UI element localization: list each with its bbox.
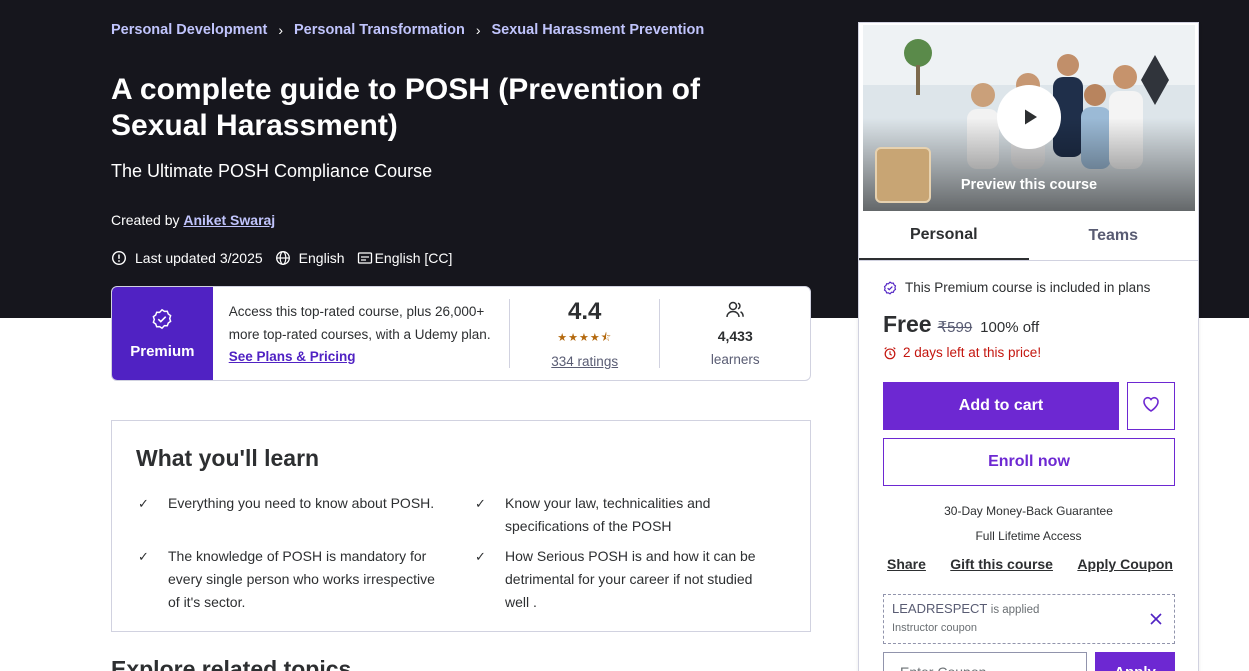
rating-value: 4.4 bbox=[567, 298, 602, 325]
tab-teams[interactable]: Teams bbox=[1029, 211, 1199, 260]
check-icon: ✓ bbox=[138, 496, 149, 511]
learn-item-text: The knowledge of POSH is mandatory for e… bbox=[168, 548, 435, 610]
instructor-link[interactable]: Aniket Swaraj bbox=[183, 212, 275, 228]
current-price: Free bbox=[883, 311, 932, 337]
purchase-sidebar: Preview this course Personal Teams This … bbox=[858, 22, 1199, 671]
learn-item: ✓ Know your law, technicalities and spec… bbox=[473, 492, 773, 538]
learn-item-text: Everything you need to know about POSH. bbox=[168, 495, 435, 511]
premium-description-text: Access this top-rated course, plus 26,00… bbox=[228, 304, 491, 342]
learners-label: learners bbox=[710, 351, 760, 367]
chevron-right-icon: › bbox=[475, 22, 481, 38]
check-icon: ✓ bbox=[475, 549, 486, 564]
play-icon[interactable] bbox=[997, 85, 1061, 149]
premium-card: Premium Access this top-rated course, pl… bbox=[111, 286, 811, 381]
chevron-right-icon: › bbox=[278, 22, 283, 38]
premium-label: Premium bbox=[130, 342, 195, 360]
lifetime-access: Full Lifetime Access bbox=[975, 529, 1082, 543]
premium-badge-icon bbox=[151, 308, 173, 335]
preview-label: Preview this course bbox=[960, 177, 1098, 193]
learn-item-text: How Serious POSH is and how it can be de… bbox=[505, 548, 756, 610]
course-language: English bbox=[298, 250, 345, 266]
star-icon: ★ bbox=[568, 332, 579, 344]
included-text: This Premium course is included in plans bbox=[905, 280, 1151, 295]
breadcrumb-item-sexual-harassment-prevention[interactable]: Sexual Harassment Prevention bbox=[492, 22, 705, 38]
price-row: Free ₹599 100% off bbox=[883, 311, 1039, 338]
learners-count: 4,433 bbox=[717, 327, 753, 344]
learn-item-text: Know your law, technicalities and specif… bbox=[505, 495, 711, 534]
premium-description: Access this top-rated course, plus 26,00… bbox=[213, 287, 509, 380]
star-icon: ★ bbox=[589, 332, 601, 344]
star-icon: ★ bbox=[557, 332, 569, 344]
course-meta: Last updated 3/2025 English English [CC] bbox=[111, 250, 464, 266]
enroll-now-button[interactable]: Enroll now bbox=[883, 438, 1175, 486]
heart-icon bbox=[1141, 394, 1161, 419]
course-title: A complete guide to POSH (Prevention of … bbox=[111, 73, 700, 142]
last-updated: Last updated 3/2025 bbox=[135, 250, 263, 266]
original-price: ₹599 bbox=[937, 319, 973, 336]
breadcrumb-item-personal-transformation[interactable]: Personal Transformation bbox=[294, 22, 465, 38]
instructor-thumbnail bbox=[875, 147, 931, 203]
timer-text: 2 days left at this price! bbox=[903, 345, 1042, 360]
coupon-applied-text: is applied bbox=[990, 604, 1040, 616]
coupon-code-line: LEADRESPECT is applied bbox=[892, 601, 1166, 616]
course-subtitle: The Ultimate POSH Compliance Course bbox=[111, 161, 433, 181]
learn-heading: What you'll learn bbox=[136, 445, 320, 471]
course-actions: Share Gift this course Apply Coupon bbox=[887, 556, 1173, 572]
apply-coupon-button[interactable]: Apply bbox=[1095, 652, 1175, 671]
premium-badge-icon bbox=[883, 280, 897, 295]
add-to-cart-button[interactable]: Add to cart bbox=[883, 382, 1119, 430]
applied-coupon: LEADRESPECT is applied Instructor coupon bbox=[883, 594, 1175, 644]
what-youll-learn: What you'll learn ✓ Everything you need … bbox=[111, 420, 811, 632]
related-topics-heading: Explore related topics bbox=[111, 656, 352, 671]
price-timer: 2 days left at this price! bbox=[883, 345, 1041, 360]
learn-item: ✓ The knowledge of POSH is mandatory for… bbox=[136, 545, 436, 614]
gift-course-link[interactable]: Gift this course bbox=[950, 556, 1053, 572]
discount-percent: 100% off bbox=[980, 319, 1040, 336]
breadcrumb: Personal Development › Personal Transfor… bbox=[111, 22, 704, 38]
check-icon: ✓ bbox=[475, 496, 486, 511]
globe-icon bbox=[275, 250, 291, 266]
pricing-tabs: Personal Teams bbox=[859, 211, 1198, 261]
learn-item: ✓ Everything you need to know about POSH… bbox=[136, 492, 436, 515]
rating-summary: 4.4 ★★★★⯪ 334 ratings bbox=[510, 287, 660, 380]
ratings-count-link[interactable]: 334 ratings bbox=[551, 354, 618, 369]
check-icon: ✓ bbox=[138, 549, 149, 564]
apply-coupon-link[interactable]: Apply Coupon bbox=[1077, 556, 1173, 572]
breadcrumb-item-personal-development[interactable]: Personal Development bbox=[111, 22, 267, 38]
star-icon: ★ bbox=[578, 332, 590, 344]
wishlist-button[interactable] bbox=[1127, 382, 1175, 430]
included-in-plans: This Premium course is included in plans bbox=[883, 280, 1150, 295]
closed-captions-icon bbox=[357, 250, 373, 266]
star-rating: ★★★★⯪ bbox=[557, 329, 612, 348]
alarm-clock-icon bbox=[883, 346, 897, 360]
premium-badge: Premium bbox=[112, 287, 213, 380]
tab-personal[interactable]: Personal bbox=[859, 211, 1029, 260]
money-back-guarantee: 30-Day Money-Back Guarantee bbox=[944, 504, 1113, 518]
star-half-icon: ⯪ bbox=[600, 332, 613, 344]
created-by-label: Created by bbox=[111, 212, 180, 228]
course-preview[interactable]: Preview this course bbox=[863, 25, 1195, 211]
learners-summary: 4,433 learners bbox=[660, 287, 810, 380]
close-icon[interactable] bbox=[1148, 611, 1164, 627]
people-icon bbox=[725, 301, 745, 324]
see-plans-link[interactable]: See Plans & Pricing bbox=[229, 349, 356, 364]
alert-badge-icon bbox=[111, 250, 127, 266]
learn-item: ✓ How Serious POSH is and how it can be … bbox=[473, 545, 773, 614]
created-by: Created by Aniket Swaraj bbox=[111, 212, 275, 228]
coupon-code: LEADRESPECT bbox=[892, 601, 988, 616]
coupon-input[interactable] bbox=[883, 652, 1087, 671]
coupon-type: Instructor coupon bbox=[892, 622, 977, 634]
course-captions: English [CC] bbox=[374, 250, 453, 266]
share-link[interactable]: Share bbox=[887, 556, 926, 572]
